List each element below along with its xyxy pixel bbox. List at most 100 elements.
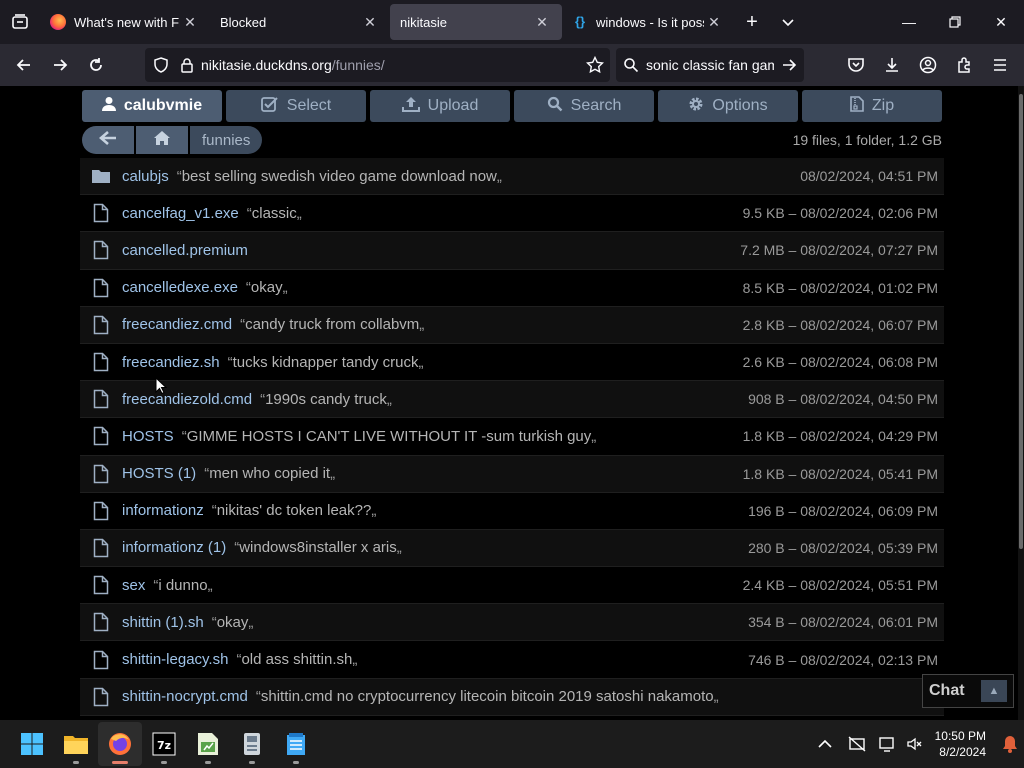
tracking-shield-icon[interactable] xyxy=(147,57,175,73)
file-row[interactable]: freecandiez.sh “tucks kidnapper tandy cru… xyxy=(80,344,944,382)
file-explorer-icon[interactable] xyxy=(54,722,98,766)
display-icon[interactable] xyxy=(873,722,903,766)
file-name-link[interactable]: freecandiez.sh xyxy=(122,354,220,371)
file-icon xyxy=(80,501,122,521)
go-arrow-icon[interactable] xyxy=(774,57,804,73)
7zip-icon[interactable]: 7z xyxy=(142,722,186,766)
chevron-up-icon[interactable] xyxy=(809,722,841,766)
menu-icon[interactable] xyxy=(982,49,1018,81)
file-icon xyxy=(80,464,122,484)
firefox-icon xyxy=(50,14,66,30)
file-row[interactable]: cancelfag_v1.exe “classic„ 9.5 KB – 08/02/… xyxy=(80,195,944,233)
extensions-icon[interactable] xyxy=(946,49,982,81)
tab-blocked[interactable]: Blocked ✕ xyxy=(210,4,390,40)
restore-icon[interactable] xyxy=(932,0,978,44)
volume-mute-icon[interactable] xyxy=(903,722,925,766)
file-description: “men who copied it„ xyxy=(204,465,336,483)
pocket-icon[interactable] xyxy=(838,49,874,81)
file-row[interactable]: cancelled.premium 7.2 MB – 08/02/2024, 07… xyxy=(80,232,944,270)
system-tray: 10:50 PM 8/2/2024 xyxy=(809,720,1024,768)
close-tab-icon[interactable]: ✕ xyxy=(360,14,380,31)
file-row[interactable]: informationz (1) “windows8installer x ari… xyxy=(80,529,944,568)
user-button[interactable]: calubvmie xyxy=(82,90,222,122)
breadcrumb-back[interactable] xyxy=(82,126,134,154)
back-arrow-icon[interactable] xyxy=(6,49,42,81)
notepad-icon[interactable] xyxy=(274,722,318,766)
list-all-tabs-icon[interactable] xyxy=(770,4,806,40)
search-bar[interactable]: sonic classic fan gam xyxy=(616,48,804,82)
search-icon xyxy=(547,96,563,117)
close-tab-icon[interactable]: ✕ xyxy=(704,14,724,31)
close-window-icon[interactable]: ✕ xyxy=(978,0,1024,44)
options-button[interactable]: Options xyxy=(658,90,798,122)
file-icon xyxy=(80,575,122,595)
file-row[interactable]: shittin (1).sh “okay„ 354 B – 08/02/2024, … xyxy=(80,604,944,642)
firefox-taskbar-icon[interactable] xyxy=(98,722,142,766)
reload-icon[interactable] xyxy=(78,49,114,81)
file-row[interactable]: HOSTS “GIMME HOSTS I CAN'T LIVE WITHOUT I… xyxy=(80,418,944,456)
chat-widget[interactable]: Chat ▲ xyxy=(922,674,1014,708)
file-name-link[interactable]: sex xyxy=(122,577,145,594)
file-name-link[interactable]: freecandiezold.cmd xyxy=(122,391,252,408)
file-name-link[interactable]: shittin-legacy.sh xyxy=(122,651,228,668)
file-description: “windows8installer x aris„ xyxy=(234,539,402,557)
search-button[interactable]: Search xyxy=(514,90,654,122)
clock[interactable]: 10:50 PM 8/2/2024 xyxy=(935,728,986,760)
account-icon[interactable] xyxy=(910,49,946,81)
page-content: calubvmie Select Upload Search Options Z… xyxy=(0,86,1024,720)
windows-start-icon[interactable] xyxy=(10,722,54,766)
lock-icon[interactable] xyxy=(175,57,199,73)
file-name-link[interactable]: informationz xyxy=(122,502,204,519)
close-tab-icon[interactable]: ✕ xyxy=(180,14,200,31)
utility-app-icon[interactable] xyxy=(230,722,274,766)
tab-whats-new[interactable]: What's new with Firefo ✕ xyxy=(40,4,210,40)
select-button[interactable]: Select xyxy=(226,90,366,122)
file-icon xyxy=(80,352,122,372)
file-name-link[interactable]: HOSTS xyxy=(122,428,174,445)
file-meta: 196 B – 08/02/2024, 06:09 PM xyxy=(748,502,938,519)
bookmark-star-icon[interactable] xyxy=(580,56,610,74)
file-row[interactable]: shittin-legacy.sh “old ass shittin.sh„ 746… xyxy=(80,641,944,679)
tab-nikitasie[interactable]: nikitasie ✕ xyxy=(390,4,562,40)
downloads-icon[interactable] xyxy=(874,49,910,81)
breadcrumb-home[interactable] xyxy=(136,126,188,154)
file-row[interactable]: sex “i dunno„ 2.4 KB – 08/02/2024, 05:51 P… xyxy=(80,567,944,605)
file-row[interactable]: freecandiez.cmd “candy truck from collabv… xyxy=(80,306,944,344)
nav-bar: nikitasie.duckdns.org/funnies/ sonic cla… xyxy=(0,44,1024,86)
new-tab-icon[interactable]: + xyxy=(734,4,770,40)
file-name-link[interactable]: freecandiez.cmd xyxy=(122,316,232,333)
file-name-link[interactable]: HOSTS (1) xyxy=(122,465,196,482)
file-icon xyxy=(80,687,122,707)
file-name-link[interactable]: cancelfag_v1.exe xyxy=(122,205,239,222)
file-name-link[interactable]: cancelled.premium xyxy=(122,242,248,259)
minimize-icon[interactable]: — xyxy=(886,0,932,44)
breadcrumb-dir[interactable]: funnies xyxy=(190,126,263,154)
folder-row[interactable]: calubjs “best selling swedish video game … xyxy=(80,158,944,196)
firefox-view-icon[interactable] xyxy=(0,0,40,44)
network-off-icon[interactable] xyxy=(841,722,873,766)
notification-bell-icon[interactable] xyxy=(996,722,1024,766)
chevron-up-icon[interactable]: ▲ xyxy=(981,680,1007,702)
scrollbar[interactable] xyxy=(1018,86,1024,720)
url-bar[interactable]: nikitasie.duckdns.org/funnies/ xyxy=(145,48,610,82)
tab-windows[interactable]: {} windows - Is it possible ✕ xyxy=(562,4,734,40)
close-tab-icon[interactable]: ✕ xyxy=(532,14,552,31)
file-name-link[interactable]: shittin-nocrypt.cmd xyxy=(122,688,248,705)
zip-button[interactable]: Zip xyxy=(802,90,942,122)
forward-arrow-icon[interactable] xyxy=(42,49,78,81)
file-name-link[interactable]: informationz (1) xyxy=(122,539,226,556)
file-row[interactable]: HOSTS (1) “men who copied it„ 1.8 KB – 08/… xyxy=(80,455,944,493)
file-name-link[interactable]: shittin (1).sh xyxy=(122,614,204,631)
file-row[interactable]: cancelledexe.exe “okay„ 8.5 KB – 08/02/202… xyxy=(80,270,944,307)
scrollbar-thumb[interactable] xyxy=(1019,94,1023,549)
upload-button[interactable]: Upload xyxy=(370,90,510,122)
spreadsheet-app-icon[interactable] xyxy=(186,722,230,766)
file-row[interactable]: informationz “nikitas' dc token leak??„ 19… xyxy=(80,493,944,530)
search-input[interactable]: sonic classic fan gam xyxy=(646,57,774,73)
file-row[interactable]: freecandiezold.cmd “1990s candy truck„ 908… xyxy=(80,381,944,419)
file-name-link[interactable]: calubjs xyxy=(122,168,169,185)
file-name-link[interactable]: cancelledexe.exe xyxy=(122,279,238,296)
file-meta: 280 B – 08/02/2024, 05:39 PM xyxy=(748,539,938,556)
clock-date: 8/2/2024 xyxy=(939,745,986,759)
file-row[interactable]: shittin-nocrypt.cmd “shittin.cmd no crypt… xyxy=(80,678,944,716)
